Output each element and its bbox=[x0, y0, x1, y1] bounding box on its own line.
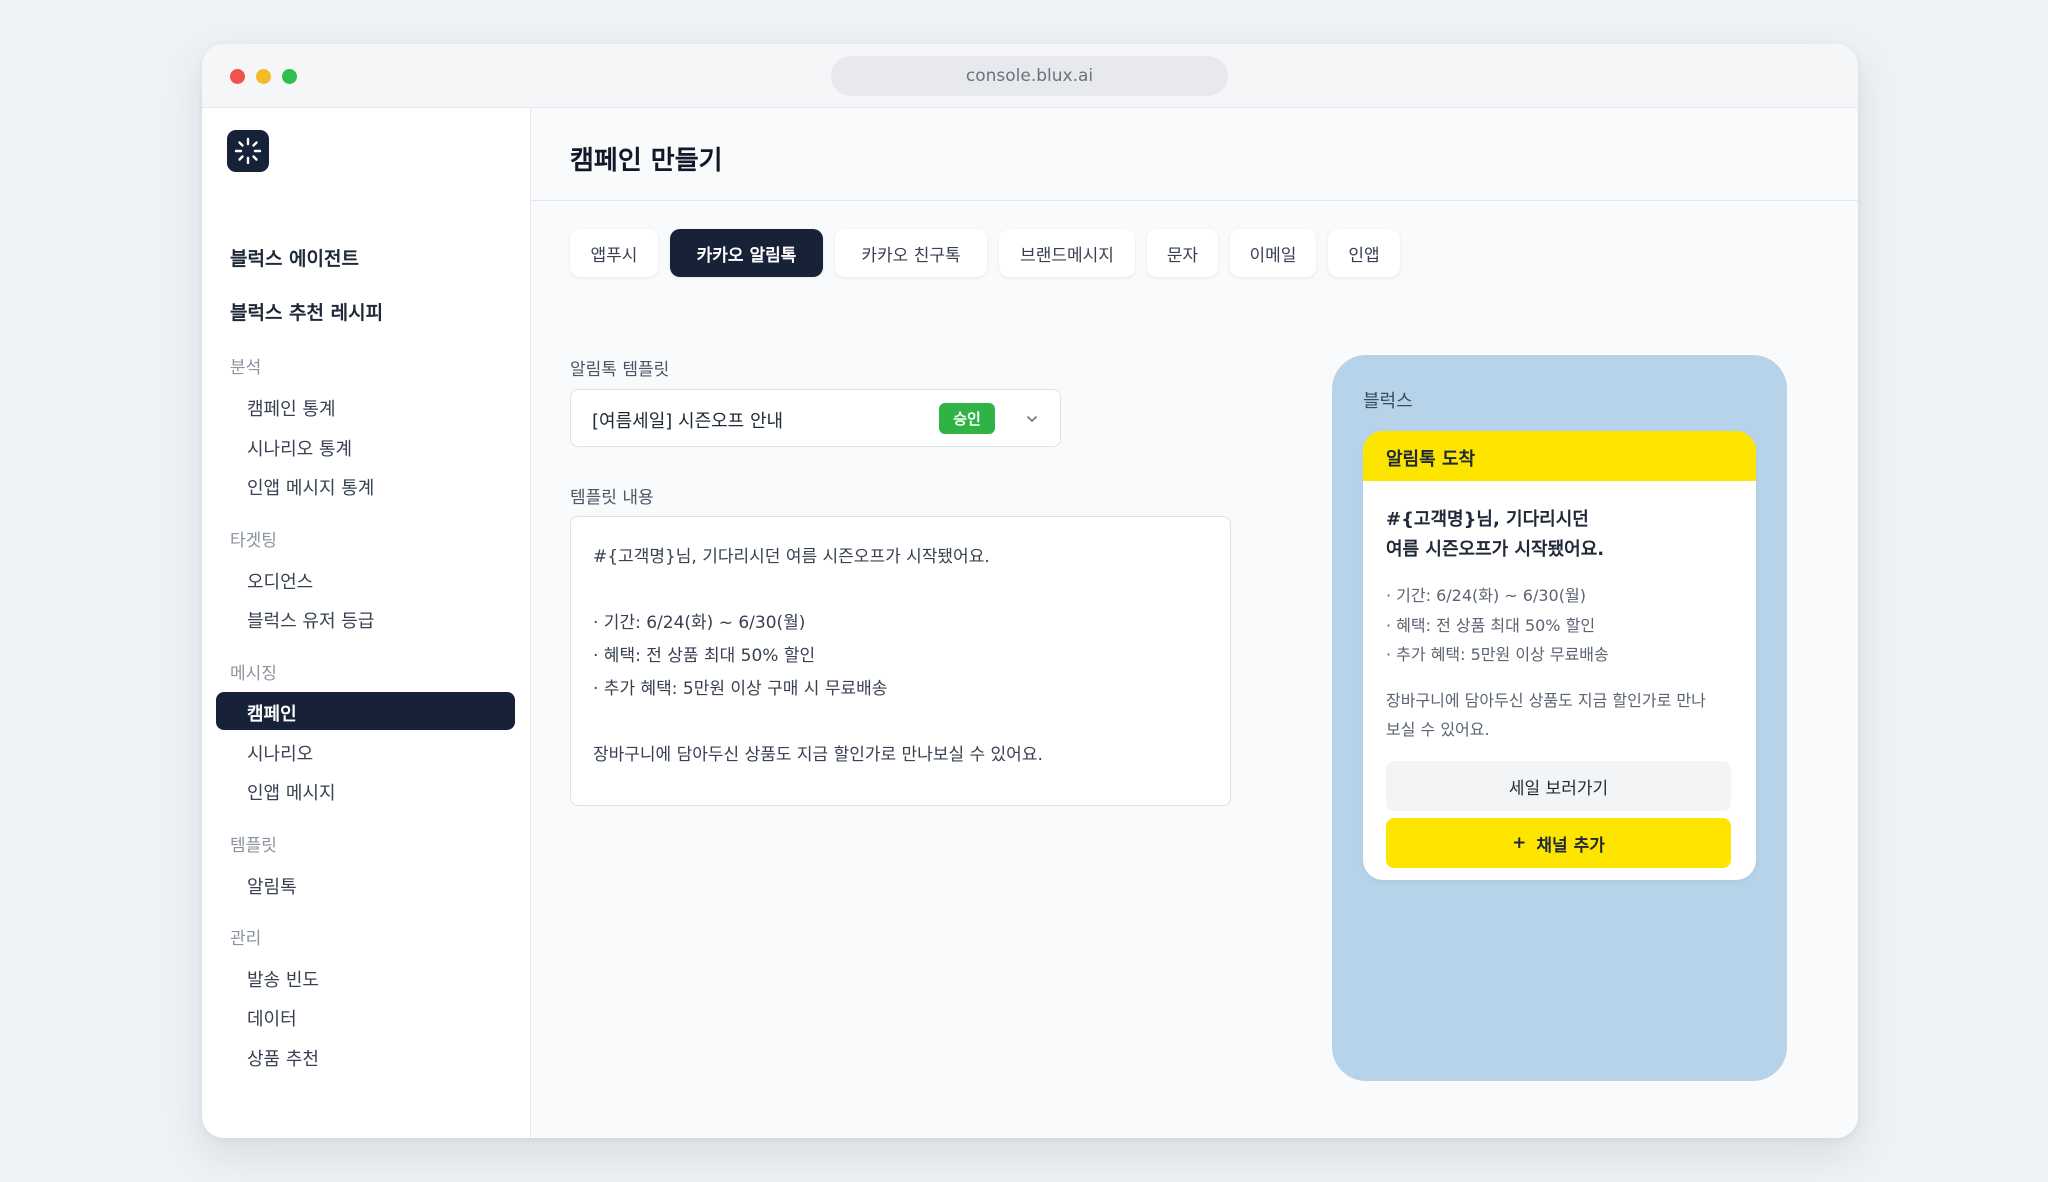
tab-sms[interactable]: 문자 bbox=[1147, 229, 1218, 277]
sidebar-group-messaging: 메시징 bbox=[230, 664, 277, 684]
tab-app-push[interactable]: 앱푸시 bbox=[570, 229, 658, 277]
sidebar-item-scenario[interactable]: 시나리오 bbox=[247, 740, 313, 766]
content-line: 장바구니에 담아두신 상품도 지금 할인가로 만나보실 수 있어요. bbox=[593, 745, 1043, 765]
bubble-body-line: 보실 수 있어요. bbox=[1386, 720, 1490, 739]
preview-sender-name: 블럭스 bbox=[1363, 391, 1413, 412]
plus-icon: + bbox=[1512, 833, 1527, 853]
tab-inapp[interactable]: 인앱 bbox=[1328, 229, 1400, 277]
sidebar-item-user-grade[interactable]: 블럭스 유저 등급 bbox=[247, 607, 374, 633]
sidebar-item-data[interactable]: 데이터 bbox=[247, 1005, 297, 1031]
content-line: #{고객명}님, 기다리시던 여름 시즌오프가 시작됐어요. bbox=[593, 547, 990, 567]
sidebar-item-inapp-stats[interactable]: 인앱 메시지 통계 bbox=[247, 474, 374, 500]
content-line: · 혜택: 전 상품 최대 50% 할인 bbox=[593, 646, 816, 666]
bubble-body-line: 장바구니에 담아두신 상품도 지금 할인가로 만나 bbox=[1386, 691, 1706, 710]
tab-kakao-alimtalk[interactable]: 카카오 알림톡 bbox=[670, 229, 823, 277]
sidebar-group-admin: 관리 bbox=[230, 929, 262, 949]
content-line: · 기간: 6/24(화) ~ 6/30(월) bbox=[593, 613, 806, 633]
template-content-textarea[interactable]: #{고객명}님, 기다리시던 여름 시즌오프가 시작됐어요. · 기간: 6/2… bbox=[570, 516, 1231, 806]
page-title: 캠페인 만들기 bbox=[570, 146, 723, 176]
main-content: 캠페인 만들기 앱푸시 카카오 알림톡 카카오 친구톡 브랜드메시지 문자 이메… bbox=[531, 108, 1858, 1138]
view-sale-button[interactable]: 세일 보러가기 bbox=[1386, 761, 1731, 811]
browser-titlebar: console.blux.ai bbox=[202, 44, 1858, 108]
sidebar-item-agent[interactable]: 블럭스 에이전트 bbox=[230, 244, 359, 271]
app-window: console.blux.ai 블럭스 에이전트 블럭스 추천 레시피 분석 캠… bbox=[202, 44, 1858, 1138]
alimtalk-header-label: 알림톡 도착 bbox=[1386, 449, 1476, 470]
logo-icon[interactable] bbox=[227, 130, 269, 172]
bubble-bullet: · 기간: 6/24(화) ~ 6/30(월) bbox=[1386, 586, 1586, 605]
sidebar-item-campaign[interactable]: 캠페인 bbox=[216, 692, 515, 730]
sidebar-item-product-recommendation[interactable]: 상품 추천 bbox=[247, 1045, 319, 1071]
sidebar-item-inapp-message[interactable]: 인앱 메시지 bbox=[247, 779, 336, 805]
template-select[interactable]: [여름세일] 시즌오프 안내 승인 bbox=[570, 389, 1061, 447]
bubble-title-line: #{고객명}님, 기다리시던 bbox=[1386, 509, 1589, 530]
sidebar-group-template: 템플릿 bbox=[230, 836, 277, 856]
bubble-bullet: · 혜택: 전 상품 최대 50% 할인 bbox=[1386, 616, 1596, 635]
sidebar-group-analytics: 분석 bbox=[230, 358, 262, 378]
bubble-title-line: 여름 시즌오프가 시작됐어요. bbox=[1386, 539, 1605, 560]
sidebar-item-alimtalk[interactable]: 알림톡 bbox=[247, 873, 297, 899]
alimtalk-bubble-header: 알림톡 도착 bbox=[1363, 431, 1756, 481]
sidebar-item-label: 캠페인 bbox=[247, 704, 297, 725]
chevron-down-icon bbox=[1027, 416, 1037, 422]
maximize-window-button[interactable] bbox=[282, 69, 297, 84]
address-bar[interactable]: console.blux.ai bbox=[831, 56, 1228, 96]
add-channel-label: 채널 추가 bbox=[1536, 835, 1605, 856]
content-line bbox=[593, 574, 1208, 607]
page-header: 캠페인 만들기 bbox=[531, 108, 1858, 201]
message-preview: 블럭스 알림톡 도착 #{고객명}님, 기다리시던 여름 시즌오프가 시작됐어요… bbox=[1332, 355, 1787, 1081]
content-line: · 추가 혜택: 5만원 이상 구매 시 무료배송 bbox=[593, 679, 888, 699]
sidebar-item-campaign-stats[interactable]: 캠페인 통계 bbox=[247, 395, 336, 421]
tab-brand-message[interactable]: 브랜드메시지 bbox=[999, 229, 1135, 277]
sidebar-item-frequency[interactable]: 발송 빈도 bbox=[247, 966, 319, 992]
tab-email[interactable]: 이메일 bbox=[1230, 229, 1316, 277]
bubble-bullet: · 추가 혜택: 5만원 이상 무료배송 bbox=[1386, 645, 1609, 664]
sidebar-item-recipe[interactable]: 블럭스 추천 레시피 bbox=[230, 298, 383, 325]
sidebar-group-targeting: 타겟팅 bbox=[230, 531, 277, 551]
template-select-label: 알림톡 템플릿 bbox=[570, 360, 670, 380]
sidebar-item-scenario-stats[interactable]: 시나리오 통계 bbox=[247, 435, 352, 461]
sidebar-item-audience[interactable]: 오디언스 bbox=[247, 568, 313, 594]
content-line bbox=[593, 706, 1208, 739]
add-channel-button[interactable]: + 채널 추가 bbox=[1386, 818, 1731, 868]
close-window-button[interactable] bbox=[230, 69, 245, 84]
template-content-label: 템플릿 내용 bbox=[570, 488, 654, 508]
sidebar: 블럭스 에이전트 블럭스 추천 레시피 분석 캠페인 통계 시나리오 통계 인앱… bbox=[202, 108, 531, 1138]
status-badge: 승인 bbox=[939, 403, 995, 434]
alimtalk-bubble: 알림톡 도착 #{고객명}님, 기다리시던 여름 시즌오프가 시작됐어요. · … bbox=[1363, 431, 1756, 880]
tab-kakao-friendtalk[interactable]: 카카오 친구톡 bbox=[835, 229, 987, 277]
minimize-window-button[interactable] bbox=[256, 69, 271, 84]
template-select-value: [여름세일] 시즌오프 안내 bbox=[592, 411, 784, 432]
